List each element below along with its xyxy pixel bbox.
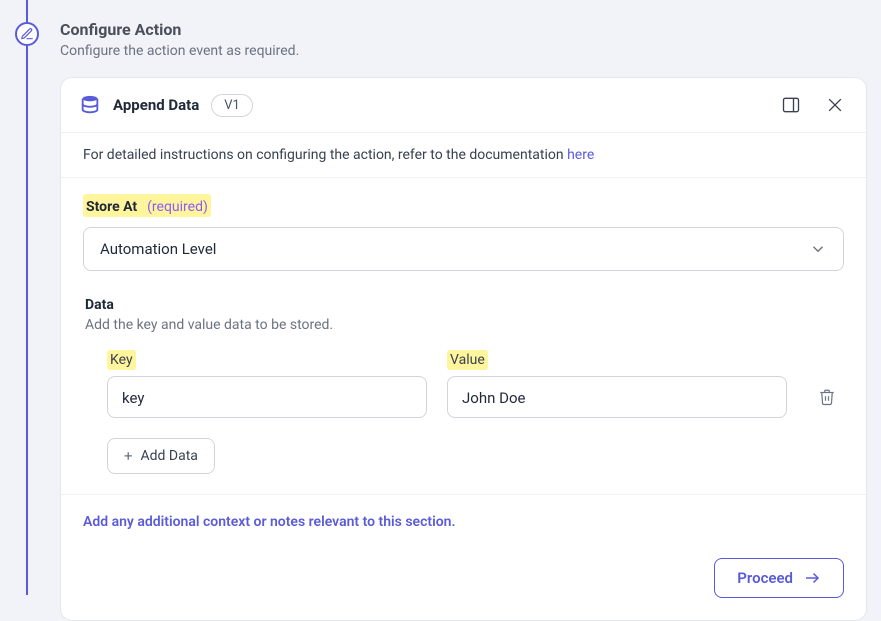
add-data-button[interactable]: + Add Data (107, 438, 215, 474)
store-at-select[interactable]: Automation Level (83, 227, 844, 271)
delete-row-button[interactable] (813, 383, 841, 411)
timeline-line (26, 0, 28, 595)
instructions-text: For detailed instructions on configuring… (61, 133, 866, 178)
value-column-header: Value (447, 350, 488, 370)
version-badge[interactable]: V1 (211, 94, 253, 117)
docs-link[interactable]: here (567, 147, 594, 163)
section-subtitle: Configure the action event as required. (60, 43, 867, 59)
card-title: Append Data (113, 96, 199, 114)
proceed-button[interactable]: Proceed (714, 558, 844, 598)
close-icon[interactable] (822, 92, 848, 118)
store-at-label: Store At (required) (83, 194, 211, 217)
chevron-down-icon (809, 240, 827, 258)
data-row: key John Doe (85, 376, 844, 418)
panel-icon[interactable] (778, 92, 804, 118)
database-icon (79, 94, 101, 116)
add-notes-link[interactable]: Add any additional context or notes rele… (83, 514, 455, 530)
arrow-right-icon (803, 569, 821, 587)
data-description: Add the key and value data to be stored. (85, 317, 844, 333)
action-card: Append Data V1 For detailed instructions… (60, 77, 867, 621)
store-at-value: Automation Level (100, 240, 216, 258)
plus-icon: + (124, 447, 133, 465)
card-header: Append Data V1 (61, 78, 866, 133)
step-node-icon (15, 22, 39, 46)
data-label: Data (85, 297, 844, 313)
key-input[interactable]: key (107, 376, 427, 418)
section-title: Configure Action (60, 20, 867, 39)
value-input[interactable]: John Doe (447, 376, 787, 418)
key-column-header: Key (107, 350, 136, 370)
